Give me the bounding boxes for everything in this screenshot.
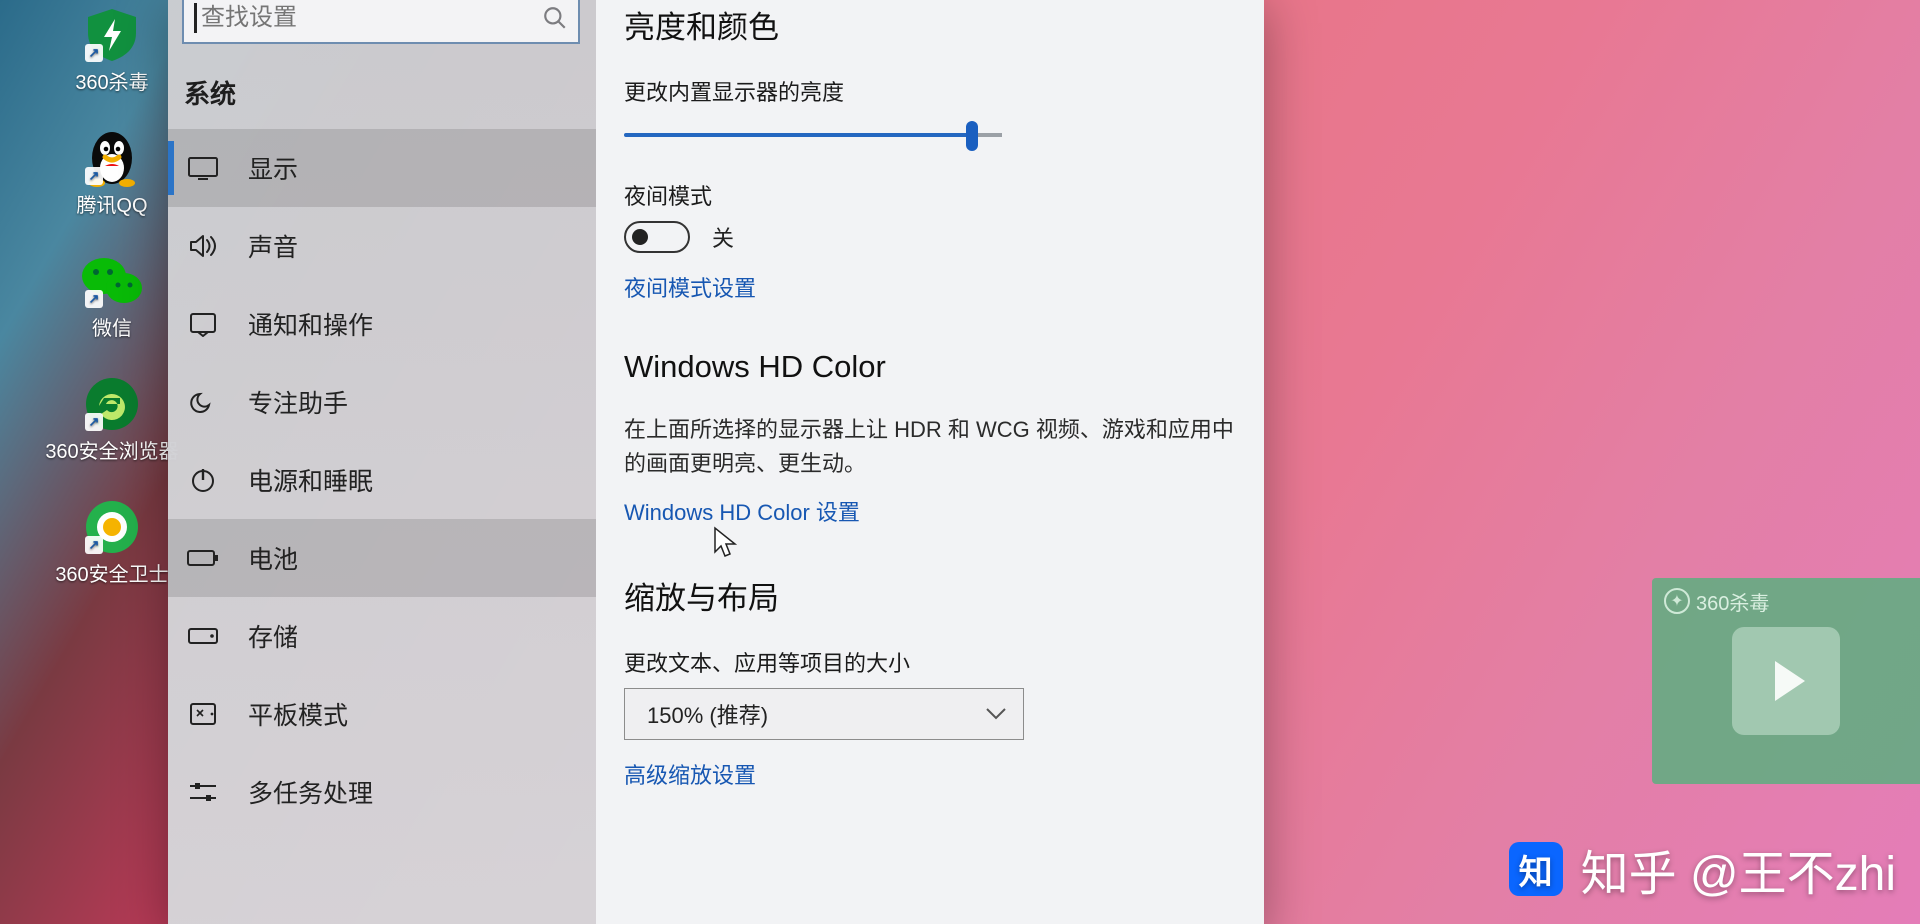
scale-label: 更改文本、应用等项目的大小 <box>624 646 1238 678</box>
play-icon <box>1775 661 1805 701</box>
section-heading-scale: 缩放与布局 <box>624 573 1238 618</box>
mini-widget-360[interactable]: ✦ 360杀毒 <box>1652 578 1920 784</box>
sidebar-item-multitask[interactable]: 多任务处理 <box>168 753 596 831</box>
focus-icon <box>186 388 220 416</box>
desktop-icon-label: 360安全浏览器 <box>45 435 178 464</box>
sidebar-item-label: 专注助手 <box>248 384 348 420</box>
sidebar-item-display[interactable]: 显示 <box>168 129 596 207</box>
sidebar-item-label: 显示 <box>248 150 298 186</box>
sidebar-item-notifications[interactable]: 通知和操作 <box>168 285 596 363</box>
scale-dropdown-value: 150% (推荐) <box>647 698 768 730</box>
desktop-icons-column: ↗ 360杀毒 ↗ 腾讯QQ ↗ 微信 ↗ 360安全浏览器 <box>62 6 162 587</box>
play-button[interactable] <box>1732 627 1840 735</box>
settings-window: 系统 显示 声音 通知和操作 专注助手 <box>168 0 1264 924</box>
scale-dropdown[interactable]: 150% (推荐) <box>624 688 1024 740</box>
watermark-text: 知乎 @王不zhi <box>1581 834 1896 904</box>
sidebar-item-label: 声音 <box>248 228 298 264</box>
slider-track <box>624 133 1002 137</box>
shortcut-arrow-icon: ↗ <box>85 290 103 308</box>
desktop-icon-tencent-qq[interactable]: ↗ 腾讯QQ <box>62 129 162 218</box>
sidebar-item-label: 多任务处理 <box>248 774 373 810</box>
power-icon <box>186 466 220 494</box>
multitask-icon <box>186 781 220 803</box>
night-mode-settings-link[interactable]: 夜间模式设置 <box>624 271 1238 303</box>
section-heading-hdcolor: Windows HD Color <box>624 349 1238 385</box>
sidebar-item-tablet[interactable]: 平板模式 <box>168 675 596 753</box>
section-heading-brightness: 亮度和颜色 <box>624 2 1238 47</box>
advanced-scale-link[interactable]: 高级缩放设置 <box>624 758 1238 790</box>
shortcut-arrow-icon: ↗ <box>85 167 103 185</box>
notify-icon <box>186 311 220 337</box>
shortcut-arrow-icon: ↗ <box>85 413 103 431</box>
desktop-icon-360-antivirus[interactable]: ↗ 360杀毒 <box>62 6 162 95</box>
night-mode-toggle[interactable] <box>624 221 690 253</box>
sidebar-item-label: 存储 <box>248 618 298 654</box>
sidebar-item-focus[interactable]: 专注助手 <box>168 363 596 441</box>
sidebar-item-label: 电池 <box>248 540 298 576</box>
brightness-slider-label: 更改内置显示器的亮度 <box>624 75 1238 107</box>
desktop-icon-label: 微信 <box>92 312 132 341</box>
shortcut-arrow-icon: ↗ <box>85 44 103 62</box>
shortcut-arrow-icon: ↗ <box>85 536 103 554</box>
sidebar-item-power[interactable]: 电源和睡眠 <box>168 441 596 519</box>
zhihu-logo-icon: 知 <box>1509 842 1563 896</box>
sidebar-item-sound[interactable]: 声音 <box>168 207 596 285</box>
desktop-icon-label: 腾讯QQ <box>76 189 147 218</box>
sidebar-item-label: 电源和睡眠 <box>248 462 373 498</box>
chevron-down-icon <box>985 707 1007 721</box>
battery-icon <box>186 548 220 568</box>
sidebar-item-label: 平板模式 <box>248 696 348 732</box>
display-icon <box>186 156 220 180</box>
hdcolor-settings-link[interactable]: Windows HD Color 设置 <box>624 495 1238 527</box>
sidebar-category: 系统 <box>168 58 596 129</box>
sidebar-item-storage[interactable]: 存储 <box>168 597 596 675</box>
search-icon <box>542 5 568 31</box>
shield-small-icon: ✦ <box>1664 588 1690 614</box>
tablet-icon <box>186 702 220 726</box>
watermark: 知 知乎 @王不zhi <box>1509 834 1896 904</box>
desktop-icon-360-guard[interactable]: ↗ 360安全卫士 <box>62 498 162 587</box>
sound-icon <box>186 233 220 259</box>
settings-sidebar: 系统 显示 声音 通知和操作 专注助手 <box>168 0 596 924</box>
desktop-icon-label: 360安全卫士 <box>55 558 168 587</box>
desktop-icon-label: 360杀毒 <box>75 66 148 95</box>
desktop-icon-360-browser[interactable]: ↗ 360安全浏览器 <box>62 375 162 464</box>
sidebar-item-label: 通知和操作 <box>248 306 373 342</box>
night-mode-label: 夜间模式 <box>624 179 1238 211</box>
hdcolor-description: 在上面所选择的显示器上让 HDR 和 WCG 视频、游戏和应用中的画面更明亮、更… <box>624 413 1234 481</box>
search-settings-box[interactable] <box>182 0 580 44</box>
storage-icon <box>186 627 220 645</box>
search-input[interactable] <box>201 4 542 32</box>
sidebar-item-battery[interactable]: 电池 <box>168 519 596 597</box>
slider-thumb[interactable] <box>966 121 978 151</box>
desktop-wallpaper: ↗ 360杀毒 ↗ 腾讯QQ ↗ 微信 ↗ 360安全浏览器 <box>0 0 1920 924</box>
mini-widget-title: 360杀毒 <box>1696 587 1769 616</box>
text-caret <box>194 3 197 33</box>
sidebar-nav: 显示 声音 通知和操作 专注助手 电源和睡眠 <box>168 129 596 831</box>
desktop-icon-wechat[interactable]: ↗ 微信 <box>62 252 162 341</box>
settings-content: 亮度和颜色 更改内置显示器的亮度 夜间模式 关 夜间模式设置 Windows H… <box>596 0 1264 924</box>
brightness-slider[interactable] <box>624 117 1002 157</box>
night-mode-state: 关 <box>712 221 734 253</box>
